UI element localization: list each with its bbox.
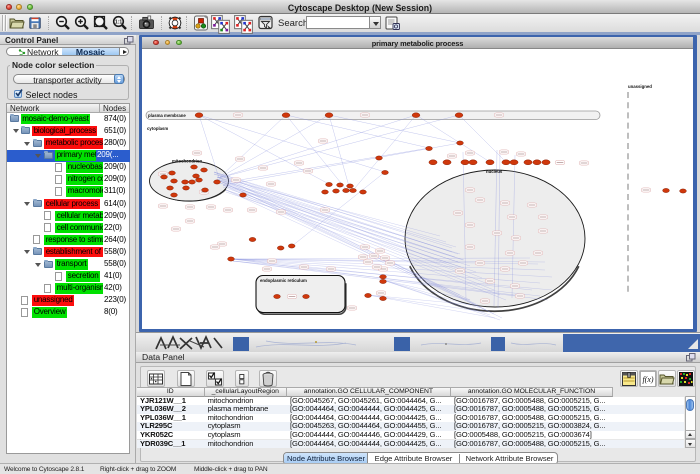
svg-text:cytoplasm: cytoplasm: [147, 126, 168, 131]
svg-text:mitochondrion: mitochondrion: [172, 159, 202, 164]
svg-text:unassigned: unassigned: [628, 84, 652, 89]
svg-text:nucleus: nucleus: [486, 169, 503, 174]
svg-text:f(x): f(x): [642, 375, 653, 384]
svg-text:endoplasmic reticulum: endoplasmic reticulum: [260, 278, 307, 283]
svg-text:1:1: 1:1: [115, 20, 122, 26]
svg-text:plasma membrane: plasma membrane: [148, 113, 186, 118]
